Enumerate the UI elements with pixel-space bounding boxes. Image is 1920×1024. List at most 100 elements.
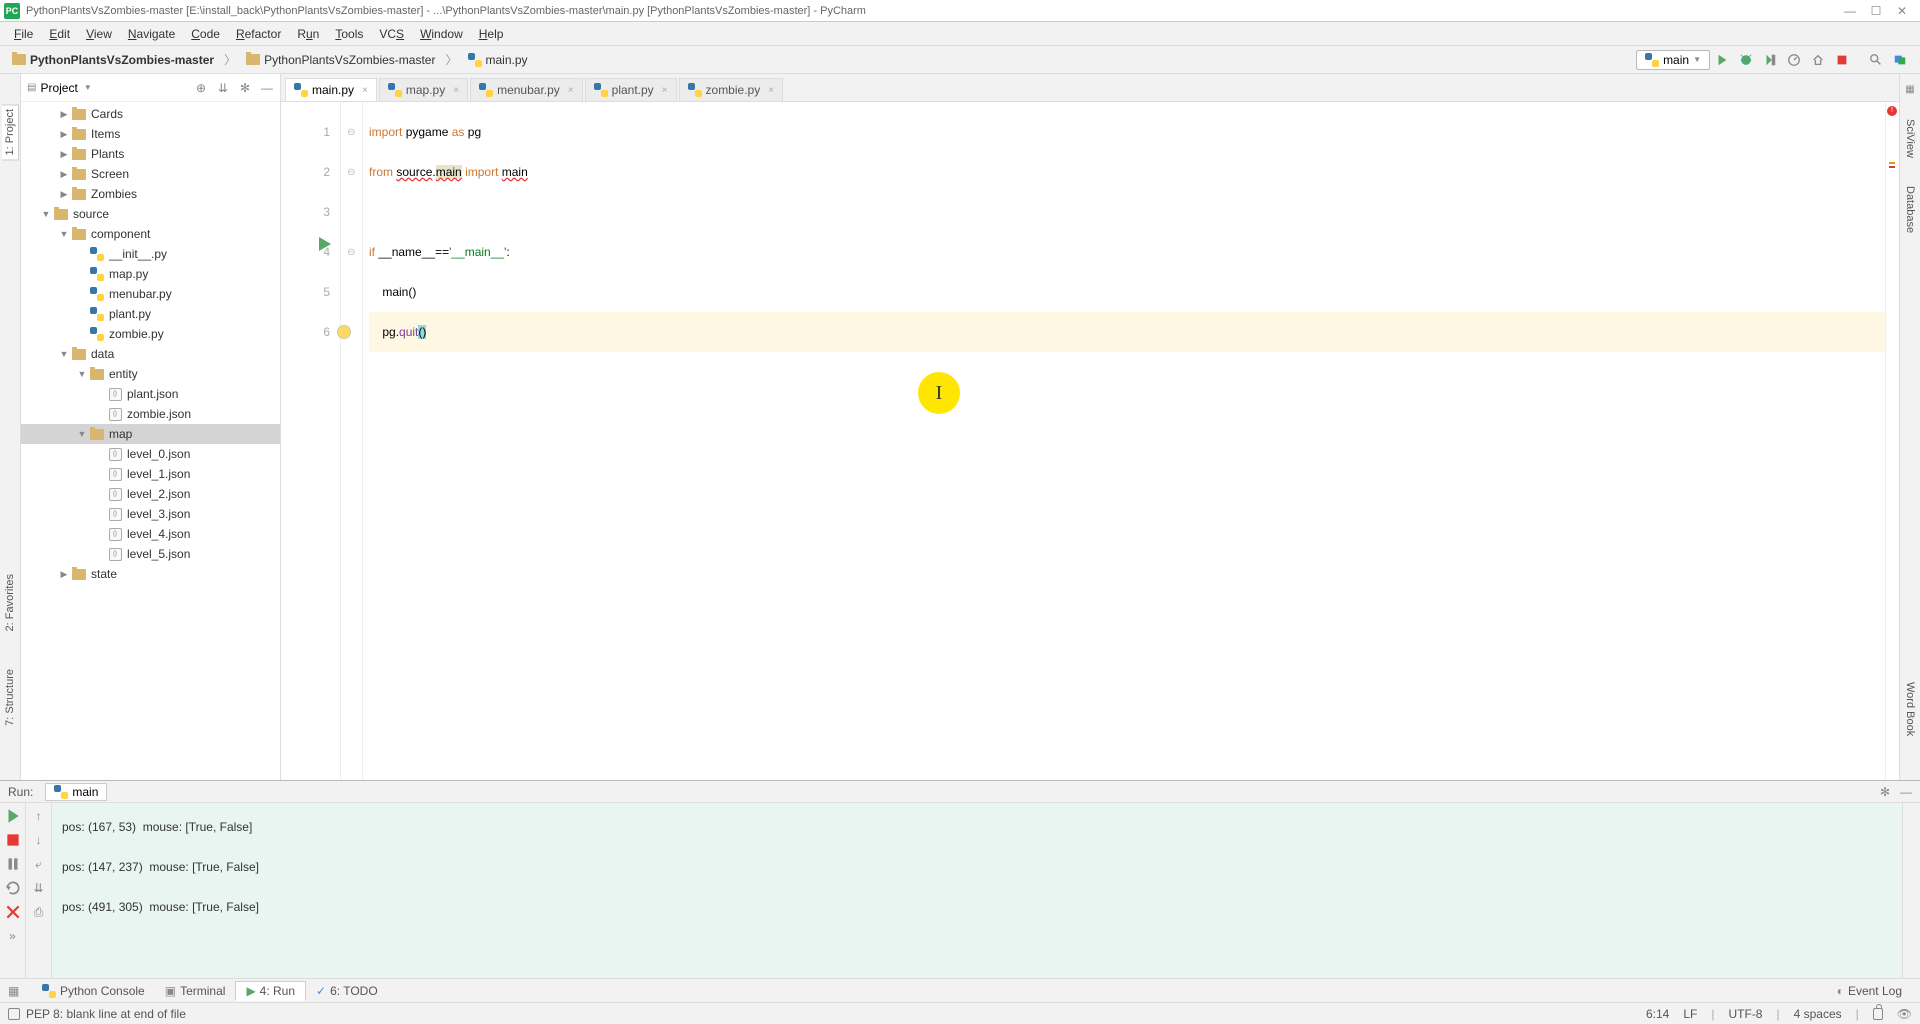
tree-item[interactable]: {}level_2.json: [21, 484, 280, 504]
tree-arrow-icon[interactable]: [39, 209, 53, 219]
fold-handle-icon[interactable]: ⊖: [341, 152, 362, 192]
line-separator[interactable]: LF: [1683, 1007, 1697, 1021]
settings-icon[interactable]: ✻: [1880, 785, 1890, 799]
more-icon[interactable]: »: [4, 927, 22, 945]
hide-icon[interactable]: —: [260, 81, 274, 95]
editor-content[interactable]: 1 2 3 4 5 6 ⊖ ⊖ ⊖ import pygame as pg fr…: [281, 102, 1899, 780]
menu-edit[interactable]: Edit: [41, 27, 78, 41]
tab-database[interactable]: Database: [1902, 182, 1918, 237]
close-tab-icon[interactable]: ×: [662, 85, 668, 96]
tab-sciview[interactable]: SciView: [1902, 115, 1918, 162]
tab-todo[interactable]: ✓6: TODO: [306, 982, 388, 1000]
tree-arrow-icon[interactable]: [57, 149, 71, 160]
error-indicator-icon[interactable]: !: [1887, 106, 1897, 116]
tree-arrow-icon[interactable]: [57, 569, 71, 580]
warning-indicator-icon[interactable]: [1889, 162, 1895, 164]
rerun-button[interactable]: [4, 807, 22, 825]
menu-run[interactable]: Run: [289, 27, 327, 41]
cursor-position[interactable]: 6:14: [1646, 1007, 1669, 1021]
tab-project[interactable]: 1: Project: [2, 104, 19, 160]
breadcrumb-file[interactable]: main.py: [464, 51, 532, 69]
menu-file[interactable]: File: [6, 27, 41, 41]
tree-arrow-icon[interactable]: [75, 429, 89, 439]
tree-arrow-icon[interactable]: [57, 109, 71, 120]
editor-tab[interactable]: main.py×: [285, 78, 377, 101]
print-button[interactable]: ⎙: [30, 903, 48, 921]
tab-terminal[interactable]: ▣Terminal: [155, 982, 236, 1000]
tree-item[interactable]: {}level_5.json: [21, 544, 280, 564]
menu-navigate[interactable]: Navigate: [120, 27, 183, 41]
menu-help[interactable]: Help: [471, 27, 512, 41]
profile-button[interactable]: [1783, 49, 1805, 71]
tree-arrow-icon[interactable]: [57, 169, 71, 180]
tree-item[interactable]: state: [21, 564, 280, 584]
fold-handle-icon[interactable]: ⊖: [341, 112, 362, 152]
file-encoding[interactable]: UTF-8: [1728, 1007, 1762, 1021]
tree-item[interactable]: {}zombie.json: [21, 404, 280, 424]
editor-tab[interactable]: zombie.py×: [679, 78, 784, 101]
tree-item[interactable]: Items: [21, 124, 280, 144]
tool-windows-icon[interactable]: ▦: [1905, 84, 1914, 95]
tree-arrow-icon[interactable]: [57, 349, 71, 359]
inspection-eye-icon[interactable]: 👁: [1897, 1007, 1912, 1021]
search-everywhere-button[interactable]: [1865, 49, 1887, 71]
run-tab-main[interactable]: main: [45, 783, 107, 801]
menu-code[interactable]: Code: [183, 27, 228, 41]
tool-windows-icon[interactable]: ▦: [8, 984, 22, 998]
tree-item[interactable]: {}level_3.json: [21, 504, 280, 524]
close-tab-icon[interactable]: ×: [568, 85, 574, 96]
tree-arrow-icon[interactable]: [75, 369, 89, 379]
tree-item[interactable]: __init__.py: [21, 244, 280, 264]
breadcrumb-folder[interactable]: PythonPlantsVsZombies-master: [242, 51, 439, 69]
menu-vcs[interactable]: VCS: [371, 27, 412, 41]
close-tab-icon[interactable]: ×: [768, 85, 774, 96]
menu-refactor[interactable]: Refactor: [228, 27, 289, 41]
tab-event-log[interactable]: ◐Event Log: [1827, 982, 1912, 1000]
tab-favorites[interactable]: 2: Favorites: [2, 570, 18, 635]
down-button[interactable]: ↓: [30, 831, 48, 849]
readonly-lock-icon[interactable]: [1873, 1008, 1883, 1020]
tree-item[interactable]: component: [21, 224, 280, 244]
attach-button[interactable]: [1807, 49, 1829, 71]
close-tab-icon[interactable]: ×: [453, 85, 459, 96]
settings-icon[interactable]: ✻: [238, 81, 252, 95]
close-button[interactable]: [4, 903, 22, 921]
fold-handle-icon[interactable]: ⊖: [341, 232, 362, 272]
scroll-from-source-icon[interactable]: ⊕: [194, 81, 208, 95]
menu-tools[interactable]: Tools: [327, 27, 371, 41]
run-button[interactable]: [1711, 49, 1733, 71]
scroll-end-button[interactable]: ⇊: [30, 879, 48, 897]
editor-tab[interactable]: plant.py×: [585, 78, 677, 101]
tree-arrow-icon[interactable]: [57, 189, 71, 200]
tree-arrow-icon[interactable]: [57, 229, 71, 239]
tree-item[interactable]: {}level_1.json: [21, 464, 280, 484]
tree-item[interactable]: {}level_4.json: [21, 524, 280, 544]
menu-window[interactable]: Window: [412, 27, 471, 41]
close-tab-icon[interactable]: ×: [362, 85, 368, 96]
tree-item[interactable]: zombie.py: [21, 324, 280, 344]
tree-item[interactable]: {}plant.json: [21, 384, 280, 404]
run-gutter-icon[interactable]: [319, 237, 331, 251]
console-output[interactable]: pos: (167, 53) mouse: [True, False] pos:…: [52, 803, 1902, 978]
chevron-down-icon[interactable]: ▼: [84, 83, 92, 92]
console-scrollbar[interactable]: [1902, 803, 1920, 978]
coverage-button[interactable]: [1759, 49, 1781, 71]
tree-item[interactable]: map: [21, 424, 280, 444]
translate-button[interactable]: [1889, 49, 1911, 71]
tree-arrow-icon[interactable]: [57, 129, 71, 140]
tab-wordbook[interactable]: Word Book: [1902, 678, 1918, 740]
tree-item[interactable]: Zombies: [21, 184, 280, 204]
tree-item[interactable]: menubar.py: [21, 284, 280, 304]
project-tree[interactable]: CardsItemsPlantsScreenZombiessourcecompo…: [21, 102, 280, 780]
tree-item[interactable]: data: [21, 344, 280, 364]
editor-tab[interactable]: menubar.py×: [470, 78, 583, 101]
hide-icon[interactable]: —: [1900, 785, 1912, 799]
editor-tab[interactable]: map.py×: [379, 78, 468, 101]
soft-wrap-button[interactable]: ⤶: [30, 855, 48, 873]
indent-setting[interactable]: 4 spaces: [1794, 1007, 1842, 1021]
tab-run[interactable]: ▶4: Run: [235, 981, 306, 1001]
error-indicator-icon[interactable]: [1889, 166, 1895, 168]
breadcrumb-root[interactable]: PythonPlantsVsZombies-master: [8, 51, 218, 69]
tree-item[interactable]: map.py: [21, 264, 280, 284]
tree-item[interactable]: Cards: [21, 104, 280, 124]
